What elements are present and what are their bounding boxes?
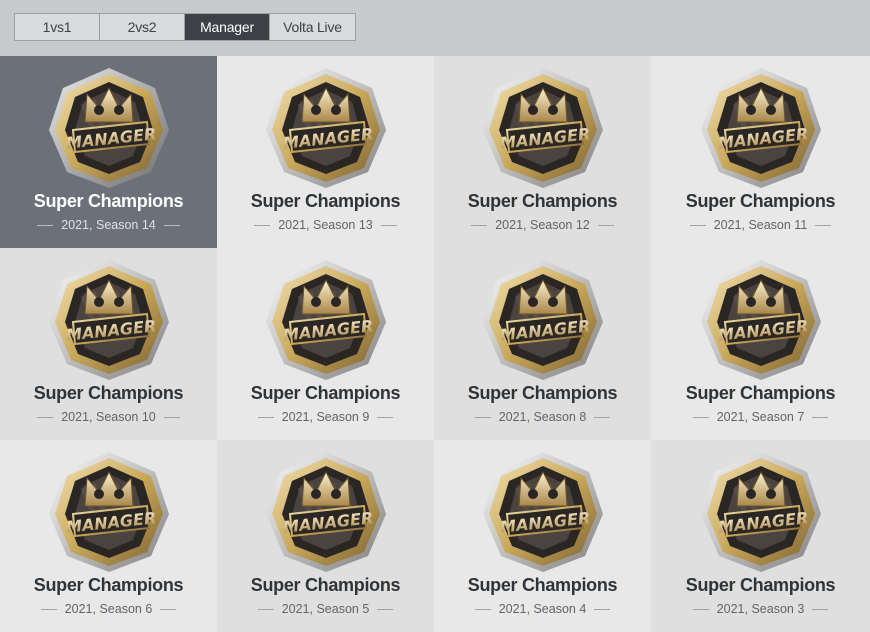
divider-rule bbox=[689, 224, 706, 226]
manager-badge-icon: MANAGER bbox=[43, 256, 175, 384]
badge-card-season-8[interactable]: MANAGER Super Champions 2021, Season 8 bbox=[434, 248, 651, 440]
divider-rule bbox=[692, 416, 709, 418]
card-subtitle: 2021, Season 5 bbox=[281, 602, 370, 616]
card-subtitle: 2021, Season 10 bbox=[61, 410, 156, 424]
badge-card-season-5[interactable]: MANAGER Super Champions 2021, Season 5 bbox=[217, 440, 434, 632]
divider-rule bbox=[380, 224, 397, 226]
top-bar: 1vs1 2vs2 Manager Volta Live bbox=[0, 0, 870, 56]
card-subtitle: 2021, Season 12 bbox=[495, 218, 590, 232]
manager-badge-icon: MANAGER bbox=[260, 256, 392, 384]
card-subtitle: 2021, Season 11 bbox=[713, 218, 808, 232]
divider-rule bbox=[160, 608, 177, 610]
card-title: Super Champions bbox=[685, 575, 836, 595]
card-subtitle: 2021, Season 14 bbox=[61, 218, 156, 232]
badge-card-season-3[interactable]: MANAGER Super Champions 2021, Season 3 bbox=[651, 440, 870, 632]
tab-2vs2[interactable]: 2vs2 bbox=[100, 14, 185, 40]
manager-badge-icon: MANAGER bbox=[695, 448, 827, 576]
card-title: Super Champions bbox=[250, 383, 401, 403]
card-subtitle: 2021, Season 4 bbox=[498, 602, 587, 616]
card-title: Super Champions bbox=[250, 191, 401, 211]
card-subtitle-row: 2021, Season 11 bbox=[651, 218, 870, 232]
badge-grid: MANAGER Super Champions 2021, Season 14 MA… bbox=[0, 56, 870, 632]
divider-rule bbox=[254, 224, 271, 226]
divider-rule bbox=[37, 224, 54, 226]
card-title: Super Champions bbox=[467, 383, 618, 403]
card-title: Super Champions bbox=[467, 575, 618, 595]
divider-rule bbox=[471, 224, 488, 226]
card-title: Super Champions bbox=[685, 191, 836, 211]
badge-card-season-6[interactable]: MANAGER Super Champions 2021, Season 6 bbox=[0, 440, 217, 632]
manager-badge-icon: MANAGER bbox=[477, 64, 609, 192]
divider-rule bbox=[474, 416, 491, 418]
manager-badge-icon: MANAGER bbox=[695, 256, 827, 384]
divider-rule bbox=[163, 416, 180, 418]
divider-rule bbox=[377, 608, 394, 610]
manager-badge-icon: MANAGER bbox=[43, 448, 175, 576]
badge-card-season-4[interactable]: MANAGER Super Champions 2021, Season 4 bbox=[434, 440, 651, 632]
manager-badge-icon: MANAGER bbox=[260, 448, 392, 576]
card-subtitle: 2021, Season 7 bbox=[716, 410, 805, 424]
card-subtitle-row: 2021, Season 8 bbox=[434, 410, 651, 424]
card-title: Super Champions bbox=[33, 191, 184, 211]
divider-rule bbox=[474, 608, 491, 610]
tab-volta-live[interactable]: Volta Live bbox=[270, 14, 355, 40]
manager-badge-icon: MANAGER bbox=[477, 448, 609, 576]
card-title: Super Champions bbox=[250, 575, 401, 595]
card-subtitle-row: 2021, Season 10 bbox=[0, 410, 217, 424]
card-title: Super Champions bbox=[33, 383, 184, 403]
tab-1vs1[interactable]: 1vs1 bbox=[15, 14, 100, 40]
divider-rule bbox=[594, 608, 611, 610]
badge-card-season-12[interactable]: MANAGER Super Champions 2021, Season 12 bbox=[434, 56, 651, 248]
divider-rule bbox=[815, 224, 832, 226]
manager-badge-icon: MANAGER bbox=[43, 64, 175, 192]
divider-rule bbox=[812, 416, 829, 418]
card-subtitle-row: 2021, Season 3 bbox=[651, 602, 870, 616]
card-subtitle: 2021, Season 9 bbox=[281, 410, 370, 424]
card-subtitle: 2021, Season 8 bbox=[498, 410, 587, 424]
card-title: Super Champions bbox=[467, 191, 618, 211]
badge-card-season-9[interactable]: MANAGER Super Champions 2021, Season 9 bbox=[217, 248, 434, 440]
manager-badge-icon: MANAGER bbox=[477, 256, 609, 384]
manager-badge-icon: MANAGER bbox=[260, 64, 392, 192]
divider-rule bbox=[594, 416, 611, 418]
divider-rule bbox=[377, 416, 394, 418]
card-title: Super Champions bbox=[33, 575, 184, 595]
manager-badge-icon: MANAGER bbox=[695, 64, 827, 192]
divider-rule bbox=[257, 608, 274, 610]
badge-card-season-10[interactable]: MANAGER Super Champions 2021, Season 10 bbox=[0, 248, 217, 440]
card-subtitle-row: 2021, Season 13 bbox=[217, 218, 434, 232]
badge-card-season-11[interactable]: MANAGER Super Champions 2021, Season 11 bbox=[651, 56, 870, 248]
card-subtitle: 2021, Season 6 bbox=[64, 602, 153, 616]
card-subtitle-row: 2021, Season 4 bbox=[434, 602, 651, 616]
divider-rule bbox=[257, 416, 274, 418]
card-title: Super Champions bbox=[685, 383, 836, 403]
divider-rule bbox=[597, 224, 614, 226]
card-subtitle: 2021, Season 13 bbox=[278, 218, 373, 232]
card-subtitle-row: 2021, Season 5 bbox=[217, 602, 434, 616]
card-subtitle: 2021, Season 3 bbox=[716, 602, 805, 616]
card-subtitle-row: 2021, Season 7 bbox=[651, 410, 870, 424]
divider-rule bbox=[37, 416, 54, 418]
divider-rule bbox=[812, 608, 829, 610]
card-subtitle-row: 2021, Season 6 bbox=[0, 602, 217, 616]
card-subtitle-row: 2021, Season 12 bbox=[434, 218, 651, 232]
divider-rule bbox=[163, 224, 180, 226]
tab-manager[interactable]: Manager bbox=[185, 14, 270, 40]
badge-card-season-7[interactable]: MANAGER Super Champions 2021, Season 7 bbox=[651, 248, 870, 440]
mode-tabs: 1vs1 2vs2 Manager Volta Live bbox=[14, 13, 356, 41]
badge-card-season-14[interactable]: MANAGER Super Champions 2021, Season 14 bbox=[0, 56, 217, 248]
divider-rule bbox=[692, 608, 709, 610]
card-subtitle-row: 2021, Season 14 bbox=[0, 218, 217, 232]
badge-card-season-13[interactable]: MANAGER Super Champions 2021, Season 13 bbox=[217, 56, 434, 248]
card-subtitle-row: 2021, Season 9 bbox=[217, 410, 434, 424]
divider-rule bbox=[40, 608, 57, 610]
